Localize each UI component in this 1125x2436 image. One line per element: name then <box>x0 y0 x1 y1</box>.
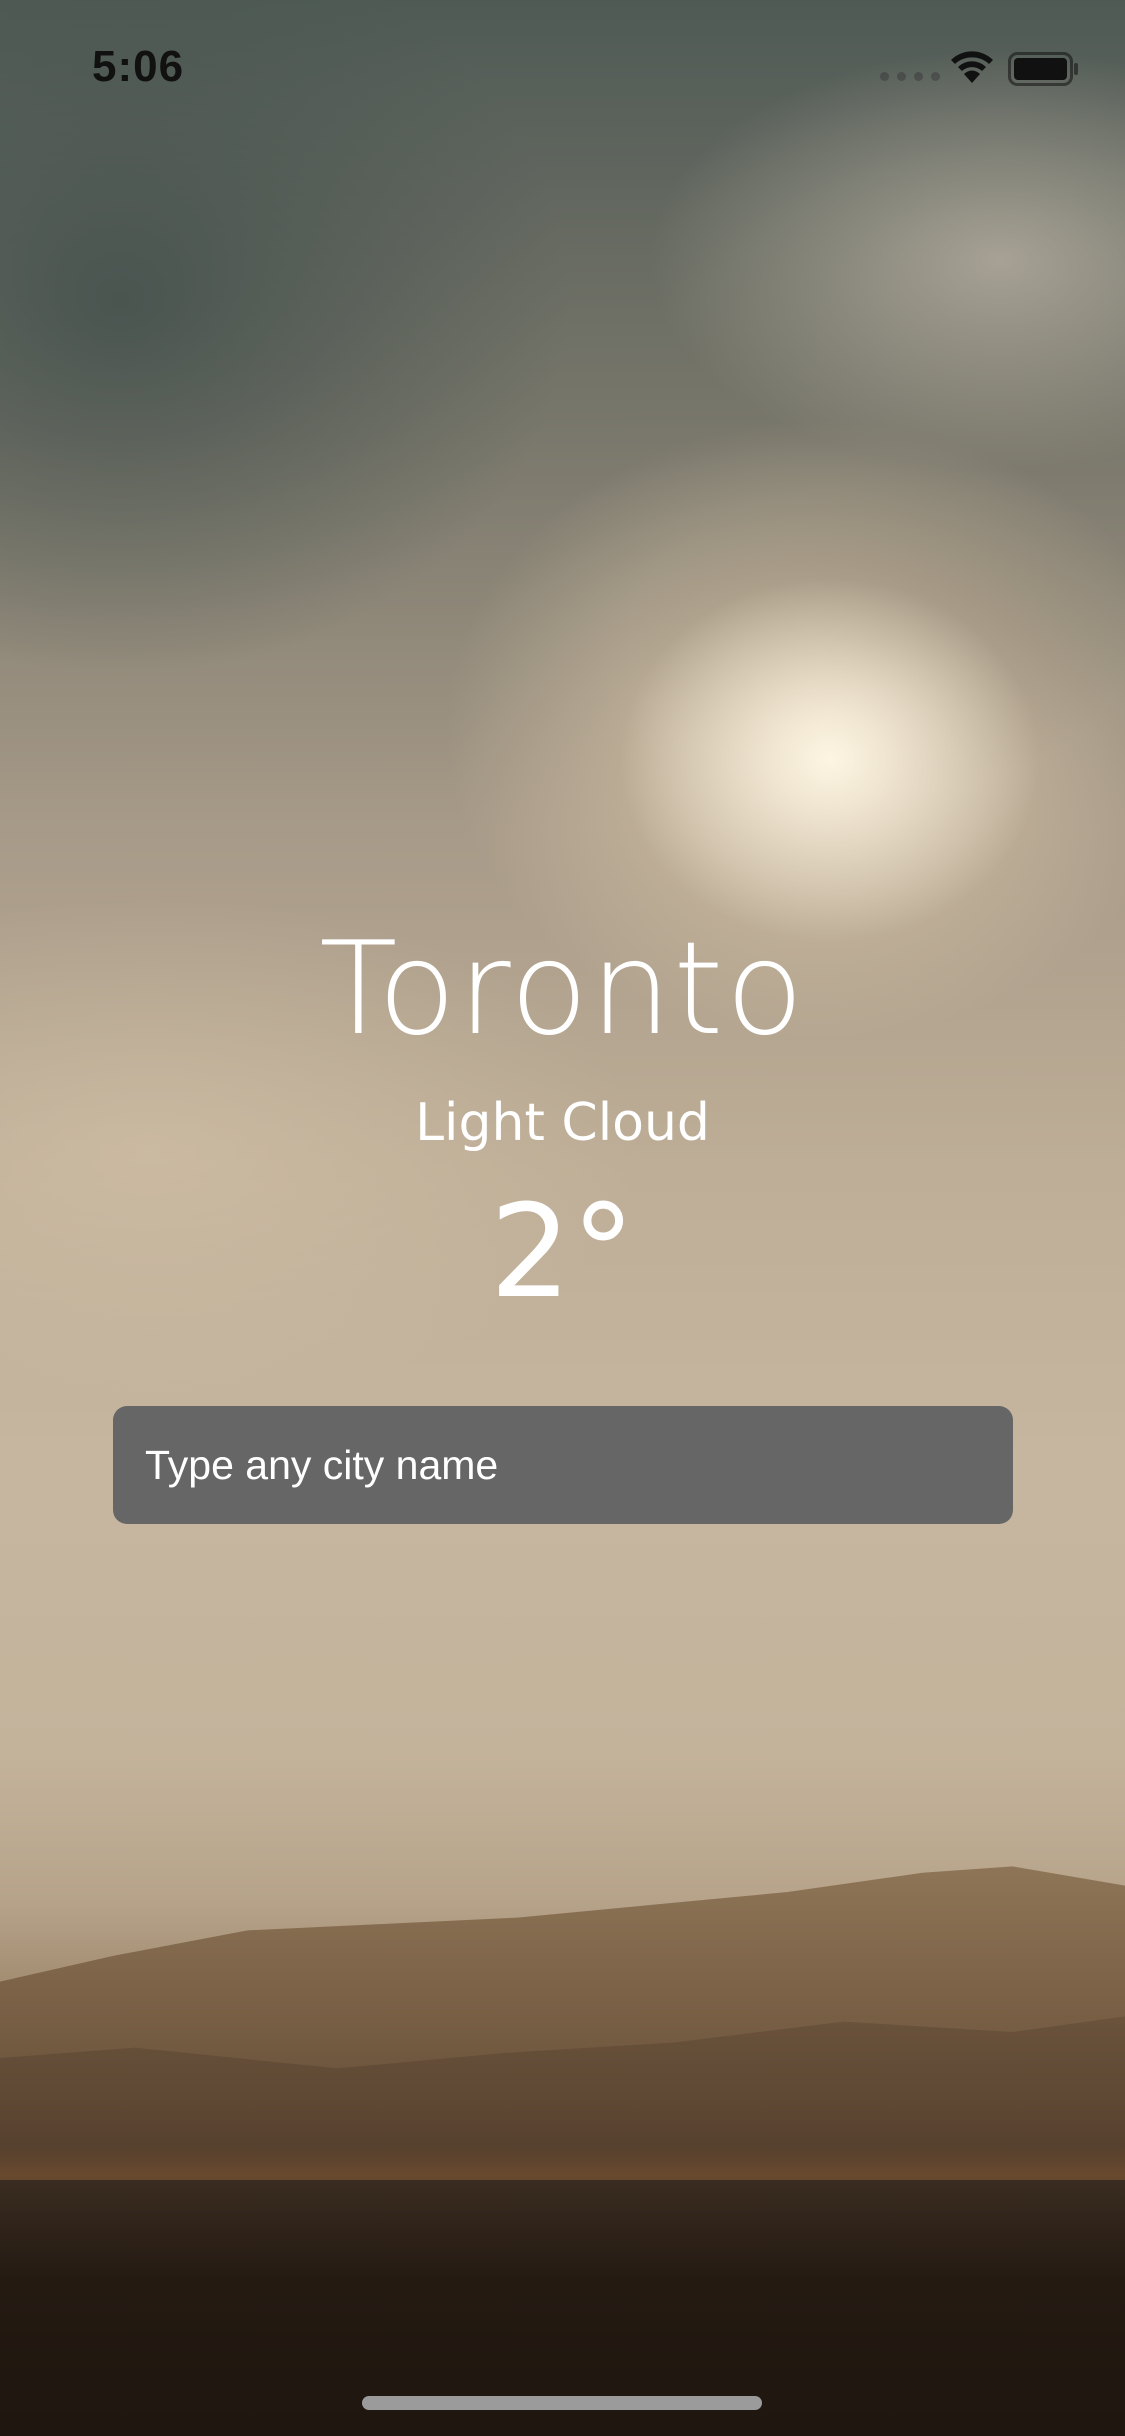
city-search-input[interactable] <box>113 1406 1013 1524</box>
status-bar: 5:06 <box>0 0 1125 132</box>
home-indicator[interactable] <box>362 2396 762 2410</box>
status-time: 5:06 <box>92 42 185 91</box>
cellular-signal-icon <box>880 72 940 81</box>
wifi-icon <box>951 51 993 83</box>
weather-screen: 5:06 Toronto Light Cloud 2° <box>0 0 1125 2436</box>
city-name: Toronto <box>319 915 806 1064</box>
temperature: 2° <box>489 1178 636 1327</box>
battery-icon <box>1008 52 1078 86</box>
weather-condition: Light Cloud <box>415 1093 710 1153</box>
